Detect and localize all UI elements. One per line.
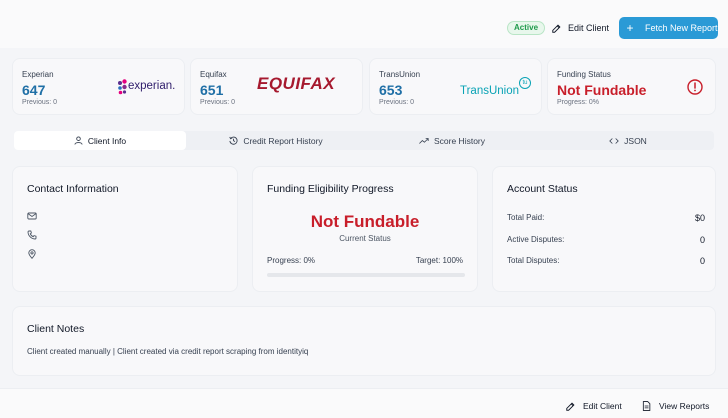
- contact-information-panel: Contact Information: [12, 166, 238, 292]
- top-bar: Active Edit Client + Fetch New Report: [0, 0, 728, 48]
- funding-status-card: Funding Status Not Fundable Progress: 0%: [547, 58, 716, 115]
- bureau-previous: Previous: 0: [22, 99, 58, 106]
- footer-edit-client-button[interactable]: Edit Client: [566, 401, 622, 411]
- account-status-panel: Account Status Total Paid: $0 Active Dis…: [492, 166, 716, 292]
- account-row-value: 0: [699, 256, 705, 266]
- tab-label: Score History: [433, 135, 485, 146]
- funding-progress-text: Progress: 0%: [557, 99, 600, 106]
- account-row-label: Total Disputes:: [507, 256, 560, 265]
- code-icon: [609, 137, 619, 144]
- edit-client-label: Edit Client: [568, 23, 610, 33]
- account-row-value: $0: [694, 213, 705, 223]
- edit-icon: [552, 23, 561, 33]
- client-notes-panel: Client Notes Client created manually | C…: [12, 306, 716, 376]
- experian-logo: experian.: [117, 78, 179, 96]
- current-status-caption: Current Status: [339, 234, 391, 243]
- bureau-score: 653: [379, 82, 403, 98]
- funding-eligibility-status: Not Fundable: [310, 212, 420, 231]
- edit-icon: [566, 401, 575, 411]
- account-row-active-disputes: Active Disputes: 0: [507, 235, 705, 245]
- transunion-score-card: TransUnion 653 Previous: 0 TransUnion tu: [369, 58, 542, 115]
- bureau-previous: Previous: 0: [379, 99, 415, 106]
- history-icon: [229, 136, 238, 145]
- account-row-label: Active Disputes:: [507, 235, 565, 244]
- bureau-name: TransUnion: [379, 70, 421, 79]
- transunion-logo-text: TransUnion: [460, 85, 520, 97]
- funding-eligibility-panel: Funding Eligibility Progress Not Fundabl…: [252, 166, 478, 292]
- experian-logo-text: experian.: [128, 80, 176, 92]
- plus-icon: +: [626, 21, 634, 35]
- mail-icon: [27, 212, 37, 220]
- progress-label: Progress: 0%: [267, 256, 316, 265]
- fetch-new-report-button[interactable]: + Fetch New Report: [619, 17, 718, 39]
- trend-icon: [419, 137, 429, 144]
- equifax-logo: EQUIFAX: [257, 74, 336, 93]
- transunion-logo: TransUnion tu: [460, 77, 532, 99]
- location-pin-icon: [28, 249, 36, 259]
- tab-json[interactable]: JSON: [542, 131, 714, 150]
- bureau-score: 647: [22, 82, 46, 98]
- funding-eligibility-title: Funding Eligibility Progress: [267, 183, 394, 195]
- equifax-score-card: Equifax 651 Previous: 0 EQUIFAX: [190, 58, 363, 115]
- bureau-previous: Previous: 0: [200, 99, 236, 106]
- tab-label: JSON: [624, 135, 647, 146]
- edit-client-button[interactable]: Edit Client: [546, 17, 615, 39]
- experian-score-card: Experian 647 Previous: 0 experian.: [12, 58, 185, 115]
- footer-edit-client-label: Edit Client: [583, 401, 622, 411]
- funding-progress-bar: [267, 273, 465, 277]
- funding-status-title: Funding Status: [557, 70, 611, 79]
- account-status-title: Account Status: [507, 183, 578, 195]
- account-row-value: 0: [699, 235, 705, 245]
- transunion-logo-badge: tu: [519, 77, 531, 89]
- document-icon: [642, 401, 651, 411]
- footer-bar: Edit Client View Reports: [0, 388, 728, 418]
- tab-label: Credit Report History: [243, 135, 323, 146]
- client-notes-text: Client created manually | Client created…: [27, 347, 309, 356]
- bureau-score: 651: [200, 82, 224, 98]
- bureau-name: Experian: [22, 70, 54, 79]
- tab-bar: Client Info Credit Report History Score …: [14, 131, 714, 150]
- fetch-new-report-label: Fetch New Report: [645, 23, 718, 33]
- tab-score-history[interactable]: Score History: [366, 131, 538, 150]
- tab-credit-report-history[interactable]: Credit Report History: [190, 131, 362, 150]
- status-badge: Active: [507, 21, 546, 35]
- view-reports-button[interactable]: View Reports: [642, 401, 709, 411]
- user-icon: [74, 136, 83, 145]
- tab-label: Client Info: [87, 135, 127, 146]
- bureau-name: Equifax: [200, 70, 227, 79]
- view-reports-label: View Reports: [659, 401, 710, 411]
- account-row-total-paid: Total Paid: $0: [507, 213, 705, 223]
- funding-status-value: Not Fundable: [557, 82, 647, 98]
- phone-icon: [27, 230, 37, 240]
- tab-client-info[interactable]: Client Info: [14, 131, 186, 150]
- alert-circle-icon: [687, 79, 703, 95]
- target-label: Target: 100%: [415, 256, 463, 265]
- contact-information-title: Contact Information: [27, 183, 119, 195]
- account-row-total-disputes: Total Disputes: 0: [507, 256, 705, 266]
- account-row-label: Total Paid:: [507, 213, 545, 222]
- client-notes-title: Client Notes: [27, 323, 85, 335]
